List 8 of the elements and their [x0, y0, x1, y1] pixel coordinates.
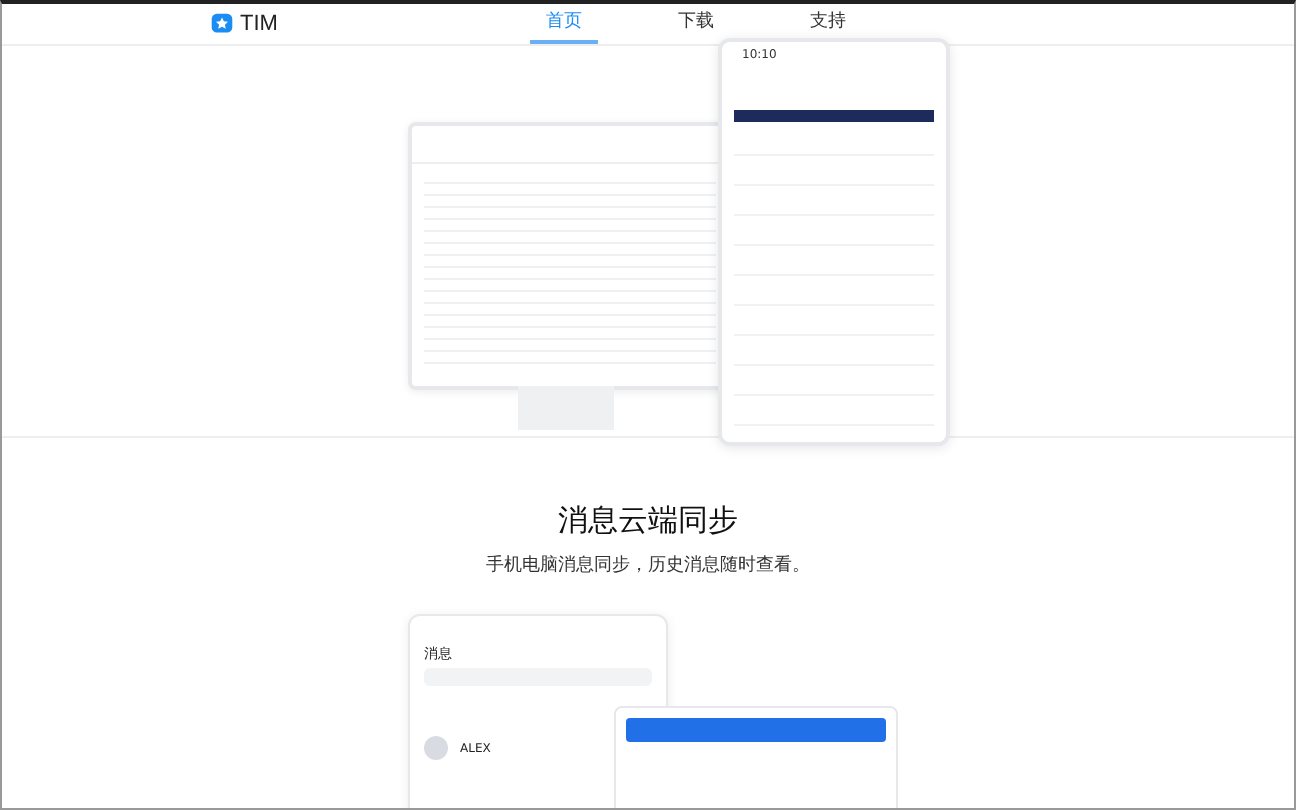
nav-tab[interactable]: 下载 — [662, 4, 730, 44]
nav-tab[interactable]: 首页 — [530, 4, 598, 44]
nav-tab[interactable]: 支持 — [794, 4, 862, 44]
feature-title: 消息云端同步 — [556, 502, 740, 540]
logo-text[interactable]: TIM — [240, 12, 278, 36]
avatar-icon — [424, 736, 448, 760]
star-logo-icon — [210, 12, 234, 36]
feature-subtitle: 手机电脑消息同步，历史消息随时查看。 — [484, 553, 812, 578]
